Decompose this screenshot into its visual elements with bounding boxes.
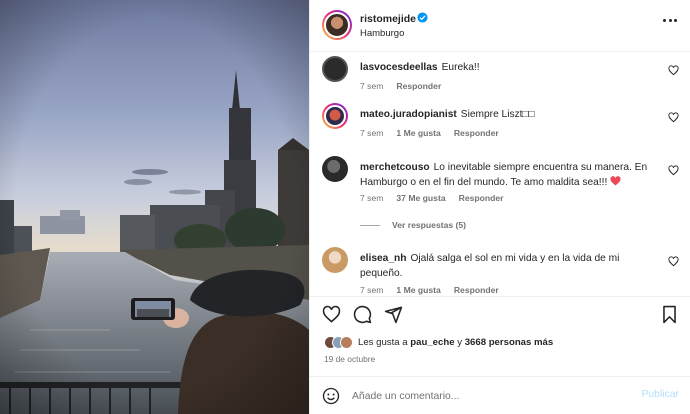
red-heart-emoji-icon <box>610 176 621 186</box>
post-view: ristomejide Hamburgo lasvocesdeellas Eure… <box>0 0 690 414</box>
comment-time[interactable]: 7 sem <box>360 193 383 203</box>
comment-username[interactable]: merchetcouso <box>360 162 430 173</box>
reply-button[interactable]: Responder <box>454 128 499 138</box>
comment-like-icon[interactable] <box>668 112 679 123</box>
post-header: ristomejide Hamburgo <box>310 0 690 52</box>
post-location[interactable]: Hamburgo <box>360 28 404 39</box>
emoji-icon[interactable] <box>322 387 340 405</box>
comment-text-block: elisea_nh Ojalá salga el sol en mi vida y… <box>360 251 655 281</box>
comment-item: elisea_nh Ojalá salga el sol en mi vida y… <box>322 247 682 296</box>
comment-likes[interactable]: 37 Me gusta <box>396 193 445 203</box>
commenter-avatar[interactable] <box>322 156 348 182</box>
like-icon[interactable] <box>322 305 341 324</box>
comment-meta: 7 sem 37 Me gusta Responder <box>360 193 504 203</box>
comment-username[interactable]: lasvocesdeellas <box>360 62 438 73</box>
comment-username[interactable]: mateo.juradopianist <box>360 109 457 120</box>
publish-button[interactable]: Publicar <box>641 389 679 400</box>
post-actions: Les gusta a pau_eche y 3668 personas más… <box>310 296 690 376</box>
comment-text-block: lasvocesdeellas Eureka!! <box>360 60 655 75</box>
comment-body: Siempre Liszt□□ <box>460 109 535 120</box>
author-username[interactable]: ristomejide <box>360 13 416 25</box>
comment-likes[interactable]: 1 Me gusta <box>396 285 440 295</box>
share-icon[interactable] <box>384 305 403 324</box>
post-date[interactable]: 19 de octubre <box>324 354 375 364</box>
reply-button[interactable]: Responder <box>396 81 441 91</box>
commenter-avatar[interactable] <box>322 247 348 273</box>
reply-button[interactable]: Responder <box>454 285 499 295</box>
photo-illustration <box>0 0 309 414</box>
author-avatar[interactable] <box>322 10 352 40</box>
commenter-avatar[interactable] <box>322 56 348 82</box>
commenter-avatar[interactable] <box>322 103 348 129</box>
add-comment-bar: Publicar <box>310 376 690 414</box>
comment-icon[interactable] <box>353 305 372 324</box>
liker-username[interactable]: pau_eche <box>410 337 454 348</box>
likes-prefix: Les gusta a <box>358 336 408 348</box>
comment-item: merchetcouso Lo inevitable siempre encuen… <box>322 156 682 236</box>
comment-like-icon[interactable] <box>668 165 679 176</box>
replies-divider <box>360 224 380 226</box>
reply-button[interactable]: Responder <box>459 193 504 203</box>
comment-body: Eureka!! <box>441 62 480 73</box>
comment-input[interactable] <box>352 388 622 404</box>
comment-meta: 7 sem Responder <box>360 81 441 91</box>
comment-time[interactable]: 7 sem <box>360 285 383 295</box>
comment-like-icon[interactable] <box>668 65 679 76</box>
likes-summary[interactable]: Les gusta a pau_eche y 3668 personas más <box>324 335 553 349</box>
view-replies-button[interactable]: Ver respuestas (5) <box>360 220 466 230</box>
comment-likes[interactable]: 1 Me gusta <box>396 128 440 138</box>
liker-avatars <box>324 335 353 349</box>
likes-connector: y <box>457 336 463 348</box>
comment-username[interactable]: elisea_nh <box>360 253 406 264</box>
comment-text-block: mateo.juradopianist Siempre Liszt□□ <box>360 107 655 122</box>
verified-badge-icon <box>417 12 428 23</box>
save-icon[interactable] <box>660 305 679 324</box>
comment-meta: 7 sem 1 Me gusta Responder <box>360 128 499 138</box>
comment-item: lasvocesdeellas Eureka!! 7 sem Responder <box>322 56 682 96</box>
view-replies-label[interactable]: Ver respuestas (5) <box>392 220 466 230</box>
comment-meta: 7 sem 1 Me gusta Responder <box>360 285 499 295</box>
comment-item: mateo.juradopianist Siempre Liszt□□ 7 sem… <box>322 103 682 143</box>
likes-others[interactable]: 3668 personas más <box>465 337 554 348</box>
comment-text-block: merchetcouso Lo inevitable siempre encuen… <box>360 160 655 190</box>
post-details-panel: ristomejide Hamburgo lasvocesdeellas Eure… <box>309 0 690 414</box>
comment-time[interactable]: 7 sem <box>360 81 383 91</box>
comments-list[interactable]: lasvocesdeellas Eureka!! 7 sem Responder … <box>310 52 690 296</box>
more-options-icon[interactable] <box>663 19 677 23</box>
comment-time[interactable]: 7 sem <box>360 128 383 138</box>
comment-like-icon[interactable] <box>668 256 679 267</box>
post-photo[interactable] <box>0 0 309 414</box>
